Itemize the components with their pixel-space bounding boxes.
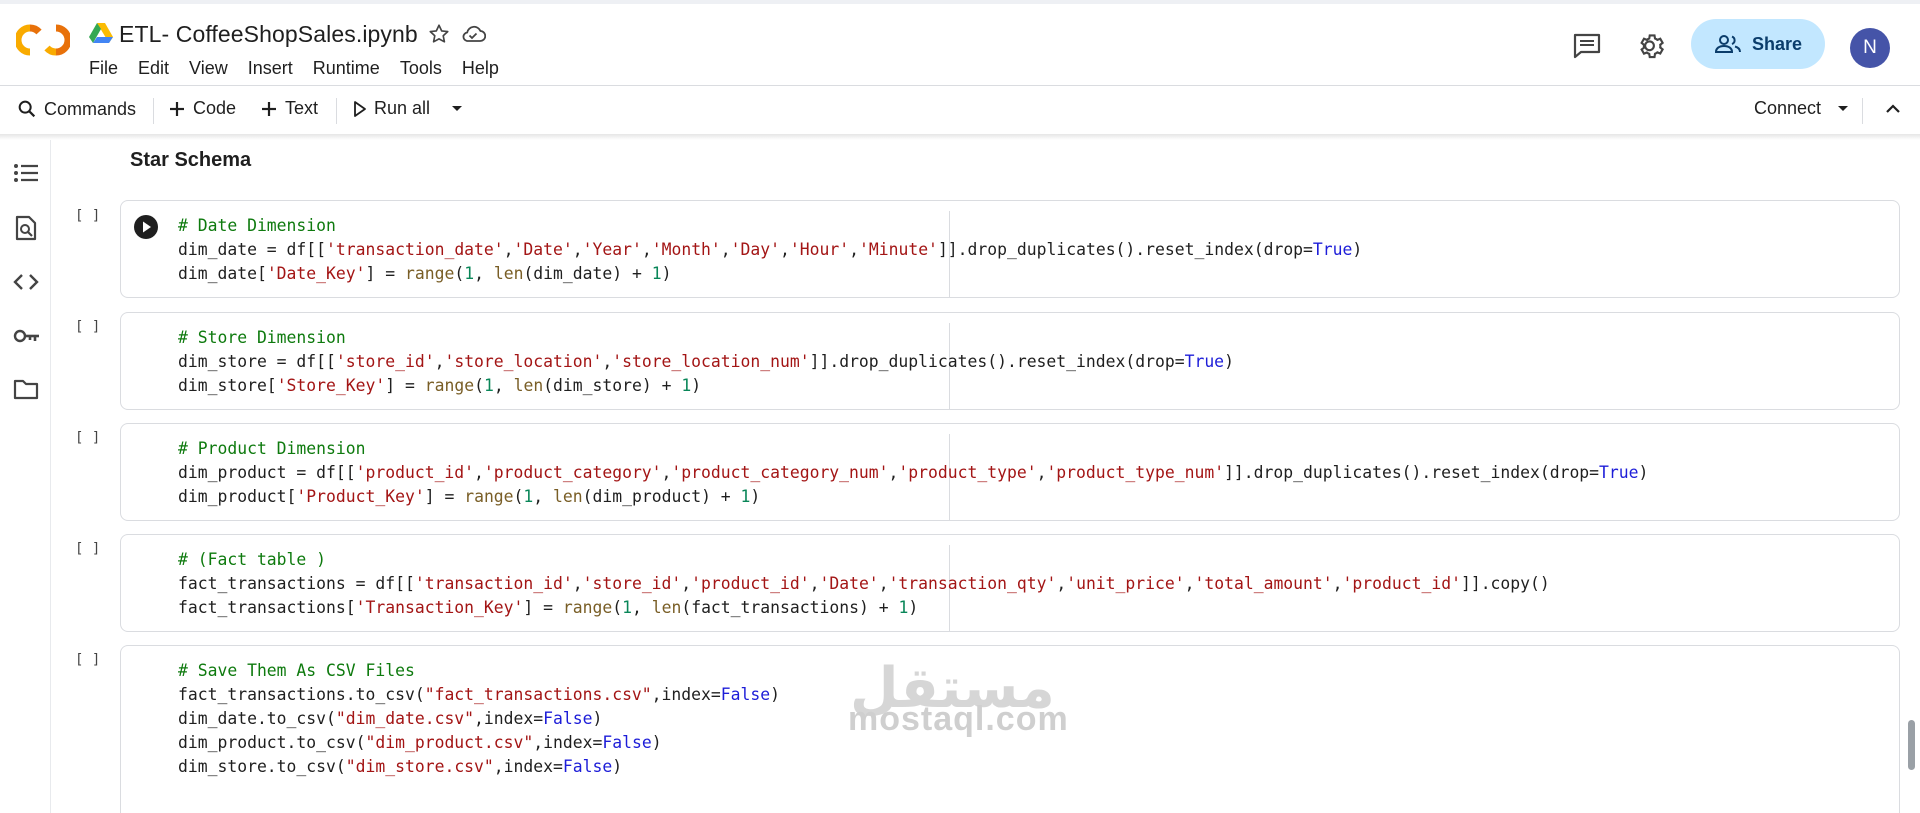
run-all-button[interactable]: Run all (352, 98, 430, 119)
caret-down-icon (452, 106, 462, 111)
secrets-key-icon[interactable] (13, 326, 41, 351)
menu-runtime[interactable]: Runtime (313, 58, 380, 79)
menu-bar: File Edit View Insert Runtime Tools Help (89, 58, 519, 79)
cell-execution-count: [ ] (75, 541, 101, 557)
toolbar-separator (153, 98, 154, 124)
find-replace-icon[interactable] (13, 215, 39, 246)
google-drive-icon[interactable] (89, 22, 113, 49)
commands-button[interactable]: Commands (16, 98, 136, 120)
share-button[interactable]: Share (1691, 19, 1825, 69)
commands-label: Commands (44, 98, 137, 119)
menu-view[interactable]: View (189, 58, 228, 79)
code-line: dim_date['Date_Key'] = range(1, len(dim_… (178, 264, 672, 283)
play-circle-icon (134, 215, 158, 239)
cloud-saved-icon[interactable] (460, 24, 487, 49)
cell-execution-count: [ ] (75, 430, 101, 446)
notebook-toolbar: Commands Code Text Run all Connect (0, 86, 1920, 134)
settings-gear-icon[interactable] (1637, 31, 1667, 66)
connect-dropdown[interactable] (1836, 104, 1850, 114)
code-line: fact_transactions = df[['transaction_id'… (178, 574, 1550, 593)
share-label: Share (1751, 33, 1803, 54)
people-icon (1714, 35, 1741, 53)
files-folder-icon[interactable] (13, 378, 39, 405)
run-all-label: Run all (374, 98, 431, 118)
run-all-dropdown[interactable] (450, 104, 464, 114)
code-line: dim_store = df[['store_id','store_locati… (178, 352, 1234, 371)
code-line: # Product Dimension (178, 439, 366, 458)
code-line: dim_store.to_csv("dim_store.csv",index=F… (178, 757, 623, 776)
add-text-button[interactable]: Text (259, 98, 318, 119)
play-icon (354, 100, 366, 117)
collapse-toolbar-button[interactable] (1884, 100, 1902, 118)
toolbar-separator (1862, 98, 1863, 124)
caret-down-icon (1838, 106, 1848, 111)
plus-icon (170, 101, 184, 116)
cell-execution-count: [ ] (75, 652, 101, 668)
menu-insert[interactable]: Insert (248, 58, 293, 79)
add-code-button[interactable]: Code (167, 98, 236, 119)
colab-logo[interactable] (14, 24, 72, 61)
plus-icon (262, 101, 276, 116)
watermark-logo-text: mostaql.com (848, 700, 1069, 738)
code-cell[interactable]: # Store Dimension dim_store = df[['store… (120, 312, 1900, 410)
vertical-scrollbar[interactable] (1908, 720, 1915, 770)
menu-help[interactable]: Help (462, 58, 499, 79)
menu-file[interactable]: File (89, 58, 118, 79)
app-header: ETL- CoffeeShopSales.ipynb File Edit Vie… (0, 4, 1920, 84)
chevron-up-icon (1886, 104, 1900, 113)
toolbar-shadow (0, 134, 1920, 140)
search-icon (18, 100, 36, 118)
avatar[interactable]: N (1850, 28, 1890, 68)
code-line: # Store Dimension (178, 328, 346, 347)
code-editor[interactable]: # Save Them As CSV Files fact_transactio… (178, 659, 780, 779)
cell-execution-count: [ ] (75, 208, 101, 224)
star-icon[interactable] (428, 23, 450, 50)
left-sidebar (0, 140, 51, 813)
table-of-contents-icon[interactable] (13, 162, 39, 189)
code-editor[interactable]: # (Fact table ) fact_transactions = df[[… (178, 548, 1550, 620)
text-label: Text (285, 98, 319, 118)
code-label: Code (193, 98, 237, 118)
code-line: dim_product['Product_Key'] = range(1, le… (178, 487, 761, 506)
run-cell-button[interactable] (133, 214, 159, 245)
code-cell[interactable]: # (Fact table ) fact_transactions = df[[… (120, 534, 1900, 632)
connect-button[interactable]: Connect (1754, 98, 1821, 119)
code-editor[interactable]: # Product Dimension dim_product = df[['p… (178, 437, 1648, 509)
code-line: dim_date.to_csv("dim_date.csv",index=Fal… (178, 709, 603, 728)
code-line: # Save Them As CSV Files (178, 661, 415, 680)
code-cell[interactable]: # Product Dimension dim_product = df[['p… (120, 423, 1900, 521)
code-line: fact_transactions['Transaction_Key'] = r… (178, 598, 919, 617)
code-line: dim_product = df[['product_id','product_… (178, 463, 1649, 482)
notebook-title[interactable]: ETL- CoffeeShopSales.ipynb (119, 21, 418, 48)
code-line: dim_product.to_csv("dim_product.csv",ind… (178, 733, 662, 752)
menu-edit[interactable]: Edit (138, 58, 169, 79)
code-line: fact_transactions.to_csv("fact_transacti… (178, 685, 780, 704)
code-line: # (Fact table ) (178, 550, 327, 569)
comment-icon[interactable] (1572, 32, 1602, 65)
menu-tools[interactable]: Tools (400, 58, 442, 79)
section-heading: Star Schema (130, 149, 252, 171)
code-editor[interactable]: # Date Dimension dim_date = df[['transac… (178, 214, 1362, 286)
code-snippets-icon[interactable] (13, 272, 39, 297)
code-editor[interactable]: # Store Dimension dim_store = df[['store… (178, 326, 1234, 398)
code-line: dim_store['Store_Key'] = range(1, len(di… (178, 376, 702, 395)
code-line: # Date Dimension (178, 216, 336, 235)
cell-execution-count: [ ] (75, 319, 101, 335)
code-line: dim_date = df[['transaction_date','Date'… (178, 240, 1363, 259)
connect-label: Connect (1754, 98, 1822, 118)
code-cell[interactable]: # Date Dimension dim_date = df[['transac… (120, 200, 1900, 298)
toolbar-separator (336, 98, 337, 124)
